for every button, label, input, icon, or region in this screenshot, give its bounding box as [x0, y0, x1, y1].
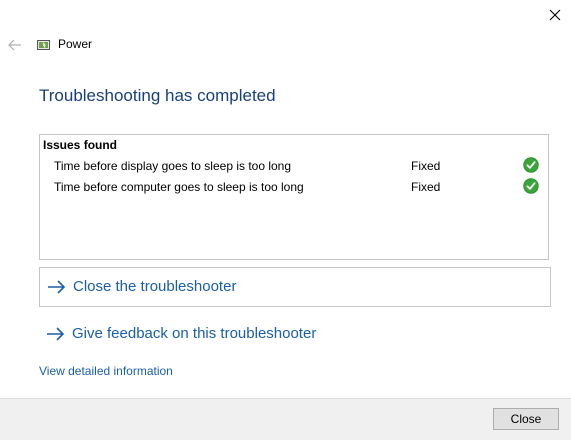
back-arrow-icon[interactable]	[6, 36, 24, 54]
power-options-icon	[37, 38, 51, 52]
close-troubleshooter-label: Close the troubleshooter	[73, 278, 237, 295]
close-troubleshooter-link[interactable]: Close the troubleshooter	[39, 267, 551, 307]
issue-row: Time before computer goes to sleep is to…	[40, 177, 548, 197]
page-title: Troubleshooting has completed	[39, 86, 276, 105]
issue-status: Fixed	[411, 159, 441, 173]
give-feedback-link[interactable]: Give feedback on this troubleshooter	[39, 315, 439, 355]
give-feedback-label: Give feedback on this troubleshooter	[72, 325, 317, 342]
close-button[interactable]: Close	[493, 408, 559, 430]
issue-status: Fixed	[411, 180, 441, 194]
check-circle-icon	[523, 178, 539, 194]
check-circle-icon	[523, 157, 539, 173]
issue-text: Time before computer goes to sleep is to…	[54, 180, 304, 194]
window-title: Power	[58, 37, 93, 51]
issue-text: Time before display goes to sleep is too…	[54, 159, 292, 173]
issues-title: Issues found	[43, 138, 118, 152]
issue-row: Time before display goes to sleep is too…	[40, 156, 548, 176]
close-window-icon[interactable]	[540, 3, 570, 27]
view-detailed-information-link[interactable]: View detailed information	[39, 364, 173, 378]
arrow-right-icon	[46, 326, 66, 342]
footer-bar: Close	[0, 398, 571, 440]
issues-list: Issues found Time before display goes to…	[39, 134, 549, 260]
arrow-right-icon	[47, 279, 67, 295]
